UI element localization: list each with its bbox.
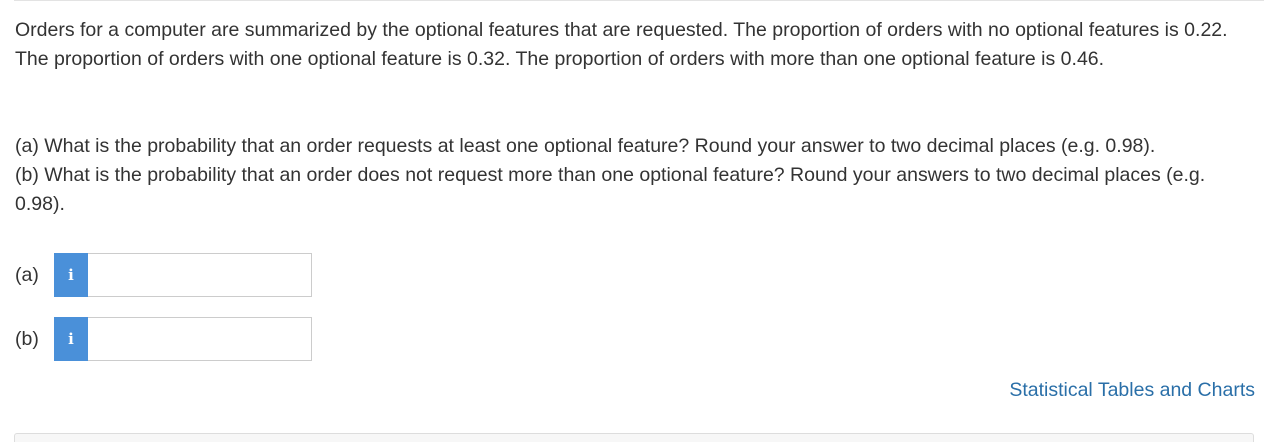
- question-a: (a) What is the probability that an orde…: [15, 135, 1156, 157]
- answer-label-b: (b): [15, 328, 39, 350]
- info-icon[interactable]: i: [54, 253, 88, 297]
- problem-statement: Orders for a computer are summarized by …: [15, 19, 1228, 70]
- bottom-panel: [14, 433, 1254, 442]
- answer-label-a: (a): [15, 264, 39, 286]
- answer-row-b: (b) i: [15, 317, 312, 361]
- info-icon[interactable]: i: [54, 317, 88, 361]
- question-block: (a) What is the probability that an orde…: [15, 132, 1260, 219]
- answer-input-a[interactable]: [88, 253, 312, 297]
- answer-row-a: (a) i: [15, 253, 312, 297]
- answer-input-b[interactable]: [88, 317, 312, 361]
- top-divider: [14, 0, 1264, 1]
- question-b: (b) What is the probability that an orde…: [15, 164, 1206, 215]
- statistical-tables-link[interactable]: Statistical Tables and Charts: [1009, 379, 1255, 402]
